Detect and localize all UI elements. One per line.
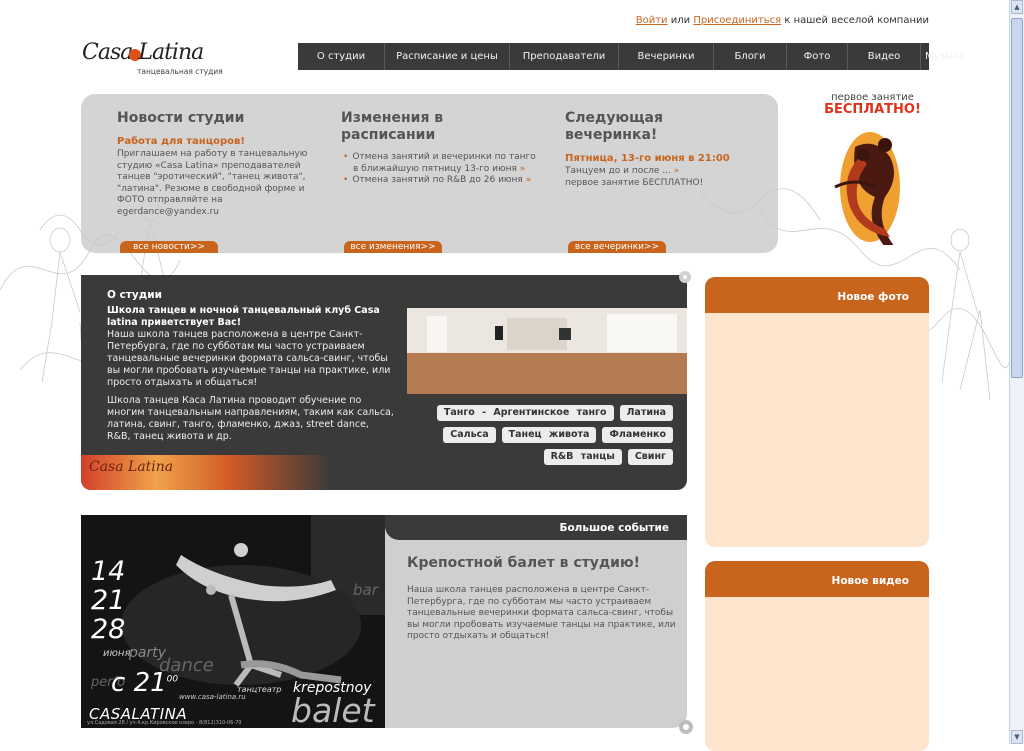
poster-site: www.casa-latina.ru	[179, 693, 246, 701]
poster-time-hour: 21	[133, 668, 167, 698]
logo-tagline: танцевальная студия	[137, 67, 223, 76]
poster-balet: balet	[291, 691, 375, 728]
arrow-icon[interactable]: »	[674, 166, 680, 176]
casa-latina-strip: Casa Latina	[81, 455, 331, 490]
event-dates: 14 21 28	[91, 557, 125, 644]
nav-item-teachers[interactable]: Преподаватели	[510, 43, 619, 70]
new-video-header[interactable]: Новое видео	[705, 561, 929, 597]
nav-item-photo[interactable]: Фото	[787, 43, 848, 70]
party-text: Танцуем до и после ... » первое занятие Б…	[565, 166, 760, 189]
or-text: или	[670, 15, 691, 26]
promo-line2: БЕСПЛАТНО!	[824, 102, 921, 117]
dancing-couple-illustration	[834, 132, 900, 247]
list-item[interactable]: Отмена занятий и вечеринки по танго в бл…	[352, 152, 536, 175]
poster-time-min: 00	[166, 674, 179, 685]
poster-time: с 2100	[111, 668, 178, 698]
event-title[interactable]: Крепостной балет в студию!	[407, 555, 640, 571]
corner-dot-icon	[679, 720, 693, 734]
main-nav: О студии Расписание и цены Преподаватели…	[298, 43, 965, 70]
tag-rnb[interactable]: R&B танцы	[543, 449, 622, 465]
all-parties-button[interactable]: все вечеринки>>	[568, 241, 666, 253]
big-event-section: 14 21 28 июня party dance perfo с 2100 b…	[81, 515, 693, 734]
about-title: О студии	[107, 289, 162, 301]
join-suffix-text: к нашей веселой компании	[784, 15, 929, 26]
list-item[interactable]: Отмена занятий по R&B до 26 июня »	[352, 175, 536, 187]
schedule-list: Отмена занятий и вечеринки по танго в бл…	[341, 152, 536, 187]
about-lead: Школа танцев и ночной танцевальный клуб …	[107, 305, 380, 328]
schedule-item-text: Отмена занятий и вечеринки по танго в бл…	[352, 152, 536, 174]
dance-style-tags: Танго - Аргентинское танго Латина Сальса…	[407, 405, 673, 465]
event-header: Большое событие	[385, 515, 687, 540]
news-text: Приглашаем на работу в танцевальную студ…	[117, 149, 308, 217]
arrow-icon: »	[519, 163, 526, 174]
site-logo[interactable]: Casa Latina танцевальная студия	[82, 40, 242, 80]
all-news-button[interactable]: все новости>>	[120, 241, 218, 253]
nav-item-blogs[interactable]: Блоги	[714, 43, 787, 70]
new-photo-header[interactable]: Новое фото	[705, 277, 929, 313]
event-month: июня	[103, 648, 131, 659]
nav-item-schedule[interactable]: Расписание и цены	[385, 43, 510, 70]
new-photo-box: Новое фото	[705, 277, 929, 547]
login-link[interactable]: Войти	[636, 15, 668, 26]
tag-latina[interactable]: Латина	[619, 405, 673, 421]
about-body-1: Наша школа танцев расположена в центре С…	[107, 329, 391, 388]
tag-tango[interactable]: Танго - Аргентинское танго	[436, 405, 614, 421]
corner-dot-icon	[679, 271, 691, 283]
schedule-column: Изменения в расписании Отмена занятий и …	[341, 110, 536, 187]
party-title: Следующая вечеринка!	[565, 110, 663, 143]
schedule-title: Изменения в расписании	[341, 110, 444, 143]
free-lesson-promo[interactable]: первое занятие БЕСПЛАТНО!	[815, 92, 930, 252]
tag-salsa[interactable]: Сальса	[443, 427, 496, 443]
tag-belly-dance[interactable]: Танец живота	[501, 427, 597, 443]
dance-hall-photo[interactable]	[407, 308, 687, 394]
strip-logo-text: Casa Latina	[89, 459, 174, 475]
event-text: Наша школа танцев расположена в центре С…	[407, 585, 676, 641]
about-body-2: Школа танцев Каса Латина проводит обучен…	[107, 395, 394, 442]
party-date[interactable]: Пятница, 13-го июня в 21:00	[565, 153, 760, 164]
event-date-2: 21	[91, 585, 126, 616]
nav-item-video[interactable]: Видео	[848, 43, 921, 70]
all-changes-button[interactable]: все изменения>>	[344, 241, 442, 253]
party-line1: Танцуем до и после ...	[565, 166, 671, 176]
logo-name-left: Casa	[82, 40, 133, 65]
nav-item-music[interactable]: Музыка	[921, 43, 969, 70]
news-title: Новости студии	[117, 110, 245, 126]
event-poster[interactable]: 14 21 28 июня party dance perfo с 2100 b…	[81, 515, 385, 728]
nav-item-parties[interactable]: Вечеринки	[619, 43, 714, 70]
news-column: Новости студии Работа для танцоров! Приг…	[117, 110, 312, 218]
event-date-1: 14	[91, 556, 126, 587]
news-subtitle[interactable]: Работа для танцоров!	[117, 136, 312, 147]
event-date-3: 28	[91, 614, 126, 645]
arrow-icon: »	[525, 175, 532, 185]
poster-bar: bar	[353, 581, 378, 599]
schedule-item-text: Отмена занятий по R&B до 26 июня	[352, 175, 523, 185]
poster-address: ул.Садовая 28 / уч.4,кр.Кировское озеро …	[87, 720, 242, 726]
scroll-thumb[interactable]	[1011, 18, 1023, 378]
party-line2: первое занятие БЕСПЛАТНО!	[565, 177, 704, 188]
scroll-up-icon[interactable]: ▲	[1011, 0, 1023, 14]
scrollbar[interactable]: ▲ ▼	[1009, 0, 1024, 744]
poster-time-prefix: с	[111, 668, 126, 698]
news-panel: Новости студии Работа для танцоров! Приг…	[81, 94, 778, 253]
tag-flamenco[interactable]: Фламенко	[602, 427, 673, 443]
about-studio-section: О студии Школа танцев и ночной танцеваль…	[81, 271, 691, 490]
join-link[interactable]: Присоединиться	[693, 15, 781, 26]
nav-item-about[interactable]: О студии	[298, 43, 385, 70]
tag-swing[interactable]: Свинг	[627, 449, 673, 465]
party-column: Следующая вечеринка! Пятница, 13-го июня…	[565, 110, 760, 189]
scroll-down-icon[interactable]: ▼	[1011, 730, 1023, 744]
logo-name-right: Latina	[138, 40, 204, 65]
auth-links: Войти или Присоединиться к нашей веселой…	[636, 15, 929, 26]
new-video-box: Новое видео	[705, 561, 929, 751]
